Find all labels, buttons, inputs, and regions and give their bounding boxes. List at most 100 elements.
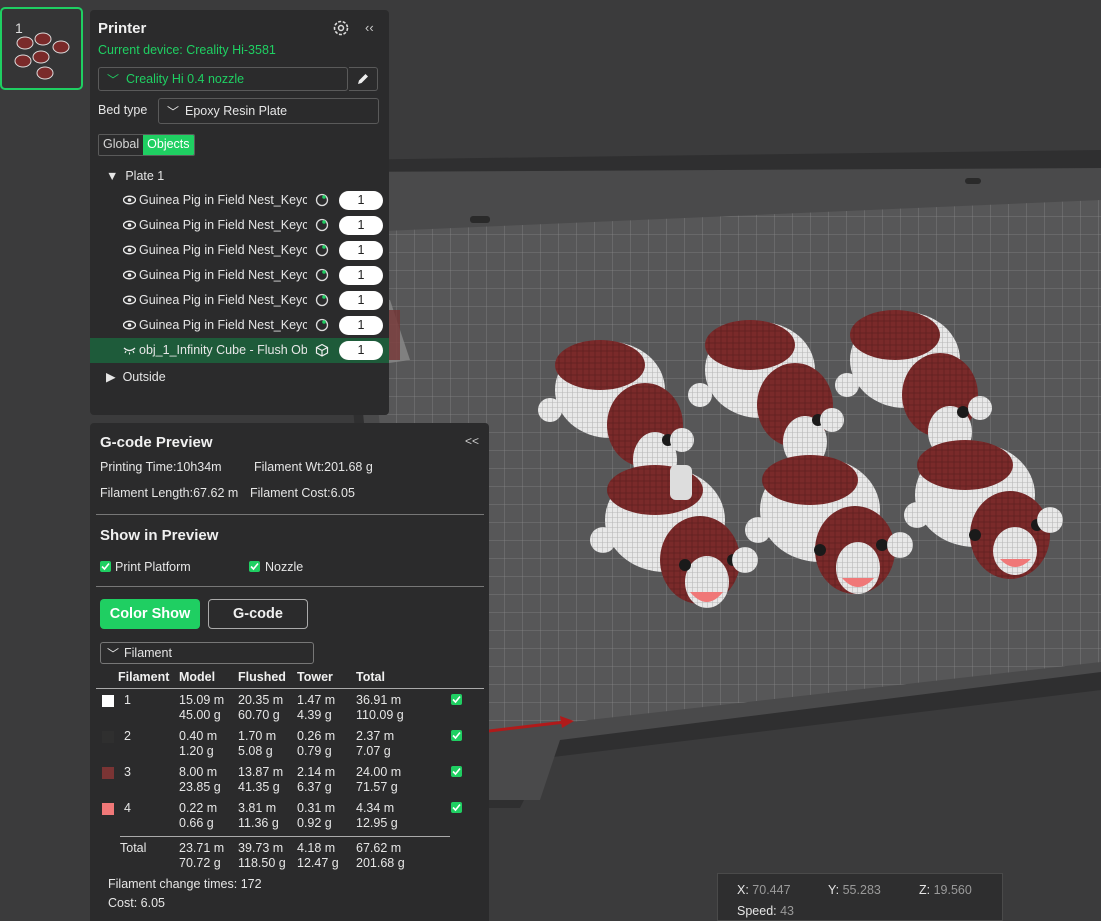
coordinate-readout: X: 70.447 Y: 55.283 Z: 19.560 Speed: 43 <box>717 873 1003 921</box>
chevron-down-icon: ﹀ <box>107 73 120 87</box>
nozzle-label: Nozzle <box>265 560 304 574</box>
tree-plate-node[interactable]: ▼ Plate 1 <box>106 169 164 183</box>
total-g: 110.09 g <box>356 708 404 722</box>
object-count[interactable]: 1 <box>339 191 383 210</box>
filament-cost: Filament Cost:6.05 <box>250 486 355 500</box>
object-count[interactable]: 1 <box>339 216 383 235</box>
collapse-icon[interactable]: << <box>465 434 479 448</box>
eye-icon[interactable] <box>123 220 136 230</box>
total-tower-m: 4.18 m <box>297 841 336 855</box>
total-label: Total <box>120 841 147 855</box>
tower-g: 0.92 g <box>297 816 332 830</box>
filament-id: 4 <box>124 801 131 815</box>
object-name: Guinea Pig in Field Nest_Keychain <box>139 293 307 307</box>
eye-icon[interactable] <box>123 245 136 255</box>
eye-icon[interactable] <box>123 195 136 205</box>
eye-icon[interactable] <box>123 295 136 305</box>
check-icon <box>452 767 461 776</box>
filament-swatch <box>102 695 114 707</box>
total-model-m: 23.71 m <box>179 841 225 855</box>
object-row-selected[interactable]: obj_1_Infinity Cube - Flush Object 1 <box>90 338 389 363</box>
filament-view-select[interactable]: ﹀ Filament <box>100 642 314 664</box>
total-cost: Cost: 6.05 <box>108 896 165 910</box>
filament-swatch <box>102 731 114 743</box>
flushed-m: 3.81 m <box>238 801 277 815</box>
object-count[interactable]: 1 <box>339 291 383 310</box>
check-icon <box>452 731 461 740</box>
nozzle-checkbox[interactable] <box>249 561 260 572</box>
paint-icon[interactable] <box>315 293 329 307</box>
col-flushed: Flushed <box>238 670 286 684</box>
plate-preview-image <box>14 32 70 80</box>
object-row[interactable]: Guinea Pig in Field Nest_Keychain 1 <box>90 288 389 313</box>
paint-icon[interactable] <box>315 218 329 232</box>
object-count[interactable]: 1 <box>339 241 383 260</box>
tree-outside-node[interactable]: ▶ Outside <box>106 369 166 384</box>
printer-panel: Printer ‹‹ Current device: Creality Hi-3… <box>90 10 389 415</box>
paint-icon[interactable] <box>315 193 329 207</box>
hidden-eye-icon[interactable] <box>123 345 136 355</box>
filament-visible-checkbox[interactable] <box>451 730 462 741</box>
total-m: 2.37 m <box>356 729 395 743</box>
total-flushed-m: 39.73 m <box>238 841 284 855</box>
color-show-button[interactable]: Color Show <box>100 599 200 629</box>
col-filament: Filament <box>118 670 170 684</box>
model-g: 1.20 g <box>179 744 214 758</box>
divider <box>96 514 484 515</box>
gear-icon[interactable] <box>332 19 350 37</box>
printer-title: Printer <box>98 20 147 37</box>
object-row[interactable]: Guinea Pig in Field Nest_Keychain 1 <box>90 188 389 213</box>
tab-objects[interactable]: Objects <box>143 135 194 155</box>
chevron-down-icon: ﹀ <box>107 647 120 661</box>
paint-icon[interactable] <box>315 318 329 332</box>
object-count[interactable]: 1 <box>339 341 383 360</box>
object-count[interactable]: 1 <box>339 266 383 285</box>
chevron-down-icon: ﹀ <box>167 105 180 119</box>
edit-preset-button[interactable] <box>349 67 378 91</box>
filament-id: 2 <box>124 729 131 743</box>
object-row[interactable]: Guinea Pig in Field Nest_Keychain 1 <box>90 238 389 263</box>
flushed-g: 11.36 g <box>238 816 279 830</box>
bed-type-label: Bed type <box>98 103 148 117</box>
paint-icon[interactable] <box>315 243 329 257</box>
check-icon <box>250 562 259 571</box>
plate-thumbnail[interactable]: 1 <box>0 7 83 90</box>
flushed-g: 60.70 g <box>238 708 280 722</box>
header-divider <box>96 688 484 689</box>
object-name: Guinea Pig in Field Nest_Keychain <box>139 218 307 232</box>
model-m: 0.22 m <box>179 801 218 815</box>
filament-visible-checkbox[interactable] <box>451 694 462 705</box>
tower-g: 0.79 g <box>297 744 332 758</box>
flushed-m: 13.87 m <box>238 765 284 779</box>
x-coordinate: X: 70.447 <box>737 883 791 897</box>
tower-g: 6.37 g <box>297 780 332 794</box>
filament-visible-checkbox[interactable] <box>451 766 462 777</box>
cube-icon[interactable] <box>315 343 329 357</box>
collapse-icon[interactable]: ‹‹ <box>365 20 374 35</box>
tower-g: 4.39 g <box>297 708 332 722</box>
col-total: Total <box>356 670 385 684</box>
gcode-button[interactable]: G-code <box>208 599 308 629</box>
object-row[interactable]: Guinea Pig in Field Nest_Keychain 1 <box>90 313 389 338</box>
object-name: obj_1_Infinity Cube - Flush Object <box>139 343 307 357</box>
col-model: Model <box>179 670 216 684</box>
tower-m: 1.47 m <box>297 693 336 707</box>
eye-icon[interactable] <box>123 270 136 280</box>
bed-type-select[interactable]: ﹀ Epoxy Resin Plate <box>158 98 379 124</box>
outside-label: Outside <box>122 370 166 384</box>
model-m: 15.09 m <box>179 693 225 707</box>
eye-icon[interactable] <box>123 320 136 330</box>
paint-icon[interactable] <box>315 268 329 282</box>
object-row[interactable]: Guinea Pig in Field Nest_Keychain 1 <box>90 213 389 238</box>
print-platform-checkbox[interactable] <box>100 561 111 572</box>
total-m: 4.34 m <box>356 801 395 815</box>
tower-m: 0.31 m <box>297 801 336 815</box>
tab-global[interactable]: Global <box>99 135 144 155</box>
model-m: 8.00 m <box>179 765 218 779</box>
object-count[interactable]: 1 <box>339 316 383 335</box>
printer-preset-select[interactable]: ﹀ Creality Hi 0.4 nozzle <box>98 67 348 91</box>
filament-weight: Filament Wt:201.68 g <box>254 460 373 474</box>
total-m: 36.91 m <box>356 693 402 707</box>
object-row[interactable]: Guinea Pig in Field Nest_Keychain 1 <box>90 263 389 288</box>
filament-visible-checkbox[interactable] <box>451 802 462 813</box>
